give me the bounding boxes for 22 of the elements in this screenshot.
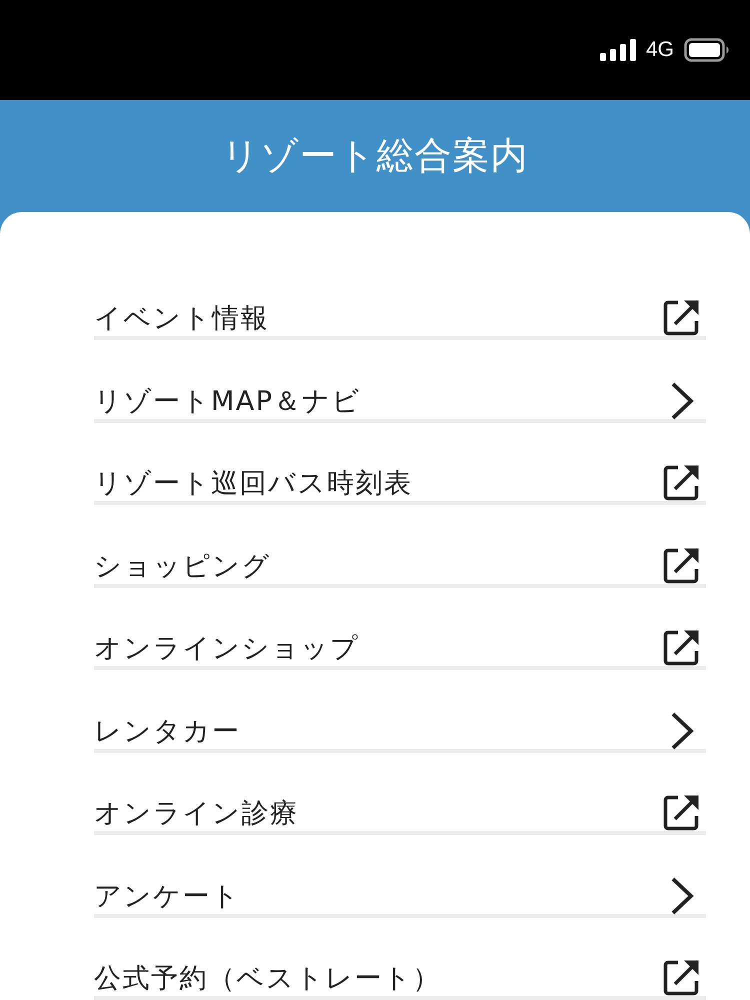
external-link-icon: [662, 629, 700, 667]
external-link-icon: [662, 959, 700, 997]
chevron-icon: [670, 382, 694, 420]
signal-icon: [600, 39, 636, 61]
network-label: 4G: [646, 38, 674, 62]
external-link-icon: [662, 794, 700, 832]
menu-item[interactable]: レンタカー: [94, 670, 706, 752]
chevron-icon: [670, 712, 694, 750]
menu-item[interactable]: イベント情報: [94, 260, 706, 340]
header-title: リゾート総合案内: [222, 133, 528, 179]
battery-icon: [684, 38, 730, 62]
menu-item[interactable]: オンライン診療: [94, 752, 706, 835]
external-link-icon: [662, 546, 700, 584]
menu-item[interactable]: オンラインショップ: [94, 588, 706, 670]
external-link-icon: [662, 299, 700, 337]
menu-item[interactable]: リゾート巡回バス時刻表: [94, 422, 706, 505]
menu-item[interactable]: リゾートMAP＆ナビ: [94, 340, 706, 422]
menu-item[interactable]: アンケート: [94, 835, 706, 918]
external-link-icon: [662, 464, 700, 502]
menu-item[interactable]: ショッピング: [94, 505, 706, 588]
chevron-icon: [670, 876, 694, 914]
menu-item[interactable]: 公式予約（ベストレート）: [94, 918, 706, 1000]
